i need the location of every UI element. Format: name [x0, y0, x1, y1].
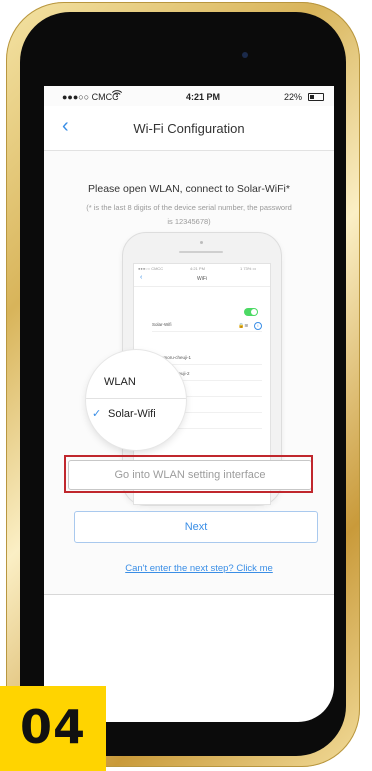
status-bar: ●●●○○ CMCC 4:21 PM 22%: [44, 86, 334, 106]
battery-icon: [308, 93, 324, 101]
magnifier-divider: [86, 398, 186, 399]
wifi-icon: [111, 90, 123, 101]
front-camera: [242, 52, 248, 58]
status-time: 4:21 PM: [186, 92, 221, 102]
magnifier-ssid-label: Solar-Wifi: [108, 408, 156, 420]
illustration-camera: [200, 241, 203, 244]
battery-percent: 22%: [284, 92, 303, 102]
next-button[interactable]: Next: [74, 511, 318, 543]
password-note: (* is the last 8 digits of the device se…: [86, 203, 292, 226]
app-area: ●●●○○ CMCC 4:21 PM 22% ‹ Wi-Fi Configura…: [44, 86, 334, 595]
nav-bar: ‹ Wi-Fi Configuration: [44, 106, 334, 151]
screenshot-canvas: ●●●○○ CMCC 4:21 PM 22% ‹ Wi-Fi Configura…: [0, 0, 372, 771]
phone-screen: ●●●○○ CMCC 4:21 PM 22% ‹ Wi-Fi Configura…: [44, 86, 334, 722]
illustration-title: WiFi: [197, 276, 207, 282]
illustration-carrier: ●●●○○ CMCC: [138, 266, 164, 271]
step-number: 04: [19, 700, 86, 754]
illustration-status-bar: ●●●○○ CMCC 4:21 PM 1 73% ▭: [134, 264, 270, 272]
illustration-time: 4:21 PM: [190, 266, 205, 271]
wlan-toggle-icon: [244, 308, 258, 316]
help-link[interactable]: Can't enter the next step? Click me: [54, 563, 334, 574]
instruction-text: Please open WLAN, connect to Solar-WiFi*: [88, 183, 290, 195]
magnifier-wlan-label: WLAN: [104, 376, 136, 388]
illustration-battery: 1 73% ▭: [240, 266, 257, 271]
magnifier-callout: WLAN ✓ Solar-Wifi: [86, 350, 186, 450]
illustration-speaker: [179, 251, 223, 253]
checkmark-icon: ✓: [92, 408, 102, 420]
illustration-nav: ‹ WiFi: [134, 272, 270, 287]
step-badge: 04: [0, 686, 106, 771]
page-title: Wi-Fi Configuration: [133, 121, 245, 136]
wlan-settings-button[interactable]: Go into WLAN setting interface: [68, 460, 312, 490]
carrier-label: ●●●○○ CMCC: [62, 92, 119, 102]
wifi-list-item: Solar-Wifi: [152, 319, 262, 332]
